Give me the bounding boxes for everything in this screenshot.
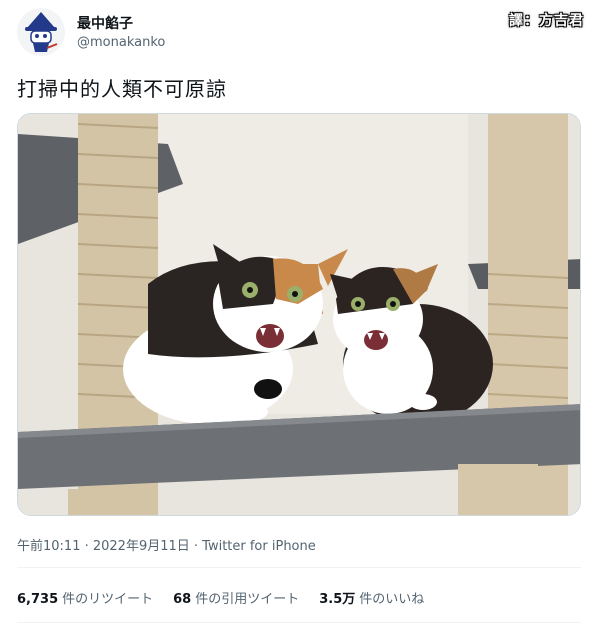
stat-value: 3.5万 <box>319 592 356 607</box>
stat-value: 6,735 <box>17 592 59 607</box>
tweet-photo[interactable] <box>17 113 581 516</box>
divider <box>17 622 581 623</box>
retweet-count[interactable]: 6,735 件のリツイート <box>17 588 153 607</box>
display-name[interactable]: 最中餡子 <box>77 13 133 33</box>
tweet-text: 打掃中的人類不可原諒 <box>17 77 227 101</box>
stat-value: 68 <box>173 592 192 607</box>
like-count[interactable]: 3.5万 件のいいね <box>319 588 424 607</box>
two-hissing-calico-cats-photo <box>18 114 580 515</box>
avatar[interactable] <box>17 8 65 56</box>
tweet-timestamp[interactable]: 午前10:11 · 2022年9月11日 · Twitter for iPhon… <box>17 535 316 554</box>
quote-tweet-count[interactable]: 68 件の引用ツイート <box>173 588 299 607</box>
stat-label: 件のいいね <box>359 592 425 607</box>
engagement-stats: 6,735 件のリツイート 68 件の引用ツイート 3.5万 件のいいね <box>17 588 424 607</box>
translator-watermark: 譯：方吉君 <box>509 13 584 29</box>
stat-label: 件の引用ツイート <box>195 592 300 607</box>
witch-cat-avatar-icon <box>17 8 65 56</box>
stat-label: 件のリツイート <box>62 592 154 607</box>
user-handle[interactable]: @monakanko <box>77 35 165 50</box>
divider <box>17 567 581 568</box>
